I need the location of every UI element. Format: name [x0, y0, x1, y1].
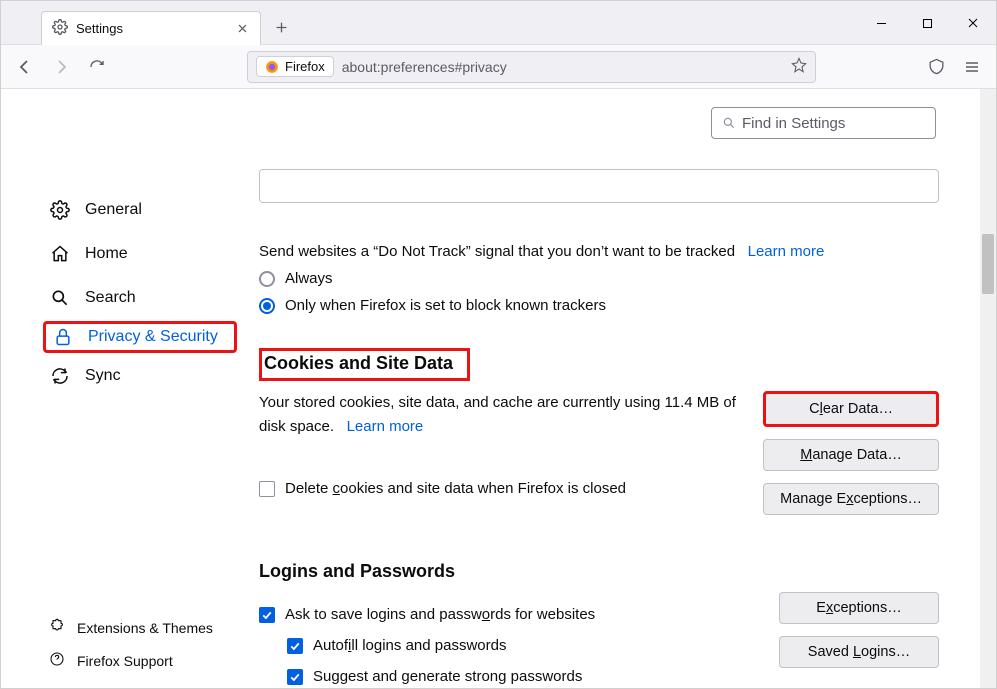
back-button[interactable] [9, 51, 41, 83]
cookies-desc-text: Your stored cookies, site data, and cach… [259, 394, 736, 435]
identity-badge[interactable]: Firefox [256, 56, 334, 77]
sidebar-label: Firefox Support [77, 653, 173, 669]
scrollbar-thumb[interactable] [982, 234, 994, 294]
app-menu-button[interactable] [956, 51, 988, 83]
sidebar-item-privacy[interactable]: Privacy & Security [43, 321, 237, 353]
close-window-button[interactable] [950, 1, 996, 45]
autofill-label: Autofill logins and passwords [313, 637, 506, 654]
sidebar-label: General [85, 201, 142, 219]
sidebar-label: Home [85, 245, 128, 263]
suggest-strong-passwords-row[interactable]: Suggest and generate strong passwords [287, 668, 759, 685]
gear-icon [49, 199, 71, 221]
minimize-button[interactable] [858, 1, 904, 45]
sidebar-label: Privacy & Security [88, 328, 218, 346]
dnt-intro-row: Send websites a “Do Not Track” signal th… [259, 243, 939, 260]
toolbar: Firefox about:preferences#privacy [1, 45, 996, 89]
search-icon [722, 116, 736, 130]
cookies-learn-more-link[interactable]: Learn more [347, 418, 424, 435]
dnt-option-always[interactable]: Always [259, 270, 939, 287]
dnt-option-only-blocking[interactable]: Only when Firefox is set to block known … [259, 297, 939, 314]
radio-icon [259, 271, 275, 287]
dnt-learn-more-link[interactable]: Learn more [748, 243, 825, 260]
new-tab-button[interactable] [267, 13, 295, 41]
url-bar[interactable]: Firefox about:preferences#privacy [247, 51, 816, 83]
logins-exceptions-button[interactable]: Exceptions… [779, 592, 939, 624]
find-settings-input[interactable]: Find in Settings [711, 107, 936, 139]
manage-exceptions-button[interactable]: Manage Exceptions… [763, 483, 939, 515]
dnt-intro: Send websites a “Do Not Track” signal th… [259, 243, 735, 260]
bookmark-icon[interactable] [791, 57, 807, 76]
saved-logins-button[interactable]: Saved Logins… [779, 636, 939, 668]
home-icon [49, 243, 71, 265]
checkbox-icon [287, 638, 303, 654]
content-trailing-box [259, 169, 939, 203]
sidebar-extensions[interactable]: Extensions & Themes [43, 612, 237, 643]
close-tab-button[interactable] [234, 21, 250, 37]
suggest-label: Suggest and generate strong passwords [313, 668, 582, 685]
settings-viewport: General Home Search Privacy & Security S… [1, 89, 996, 688]
sidebar-item-general[interactable]: General [43, 189, 237, 231]
lock-icon [52, 326, 74, 348]
cookies-buttons: Clear Data… Manage Data… Manage Exceptio… [763, 391, 939, 515]
cookies-heading: Cookies and Site Data [259, 348, 939, 381]
settings-content: Find in Settings Send websites a “Do Not… [251, 89, 996, 688]
cookies-description: Your stored cookies, site data, and cach… [259, 391, 743, 515]
gear-icon [52, 19, 68, 38]
cookies-heading-text: Cookies and Site Data [259, 348, 470, 381]
sidebar-support[interactable]: Firefox Support [43, 645, 237, 676]
puzzle-icon [49, 618, 65, 637]
checkbox-icon [287, 669, 303, 685]
sidebar-label: Sync [85, 367, 121, 385]
manage-data-button[interactable]: Manage Data… [763, 439, 939, 471]
tab-strip: Settings [1, 1, 996, 45]
identity-label: Firefox [285, 59, 325, 74]
forward-button[interactable] [45, 51, 77, 83]
autofill-logins-row[interactable]: Autofill logins and passwords [287, 637, 759, 654]
window-controls [858, 1, 996, 45]
logins-heading: Logins and Passwords [259, 561, 939, 582]
search-icon [49, 287, 71, 309]
sync-icon [49, 365, 71, 387]
logins-buttons: Exceptions… Saved Logins… [779, 592, 939, 668]
scrollbar[interactable] [980, 89, 996, 688]
ask-save-logins-row[interactable]: Ask to save logins and passwords for web… [259, 606, 759, 623]
reload-button[interactable] [81, 51, 113, 83]
find-settings-placeholder: Find in Settings [742, 115, 845, 132]
radio-label: Always [285, 270, 333, 287]
delete-on-close-label[interactable]: Delete cookies and site data when Firefo… [285, 477, 626, 501]
url-text: about:preferences#privacy [342, 59, 507, 75]
checkbox-icon[interactable] [259, 481, 275, 497]
tab-settings[interactable]: Settings [41, 11, 261, 45]
tab-title: Settings [76, 21, 226, 36]
radio-icon [259, 298, 275, 314]
clear-data-button[interactable]: Clear Data… [763, 391, 939, 427]
checkbox-icon [259, 607, 275, 623]
pocket-button[interactable] [920, 51, 952, 83]
sidebar-item-home[interactable]: Home [43, 233, 237, 275]
ask-save-label: Ask to save logins and passwords for web… [285, 606, 595, 623]
maximize-button[interactable] [904, 1, 950, 45]
sidebar-item-sync[interactable]: Sync [43, 355, 237, 397]
firefox-icon [265, 60, 279, 74]
sidebar-label: Search [85, 289, 136, 307]
sidebar-label: Extensions & Themes [77, 620, 213, 636]
help-icon [49, 651, 65, 670]
radio-label: Only when Firefox is set to block known … [285, 297, 606, 314]
sidebar-item-search[interactable]: Search [43, 277, 237, 319]
settings-sidebar: General Home Search Privacy & Security S… [1, 89, 251, 688]
